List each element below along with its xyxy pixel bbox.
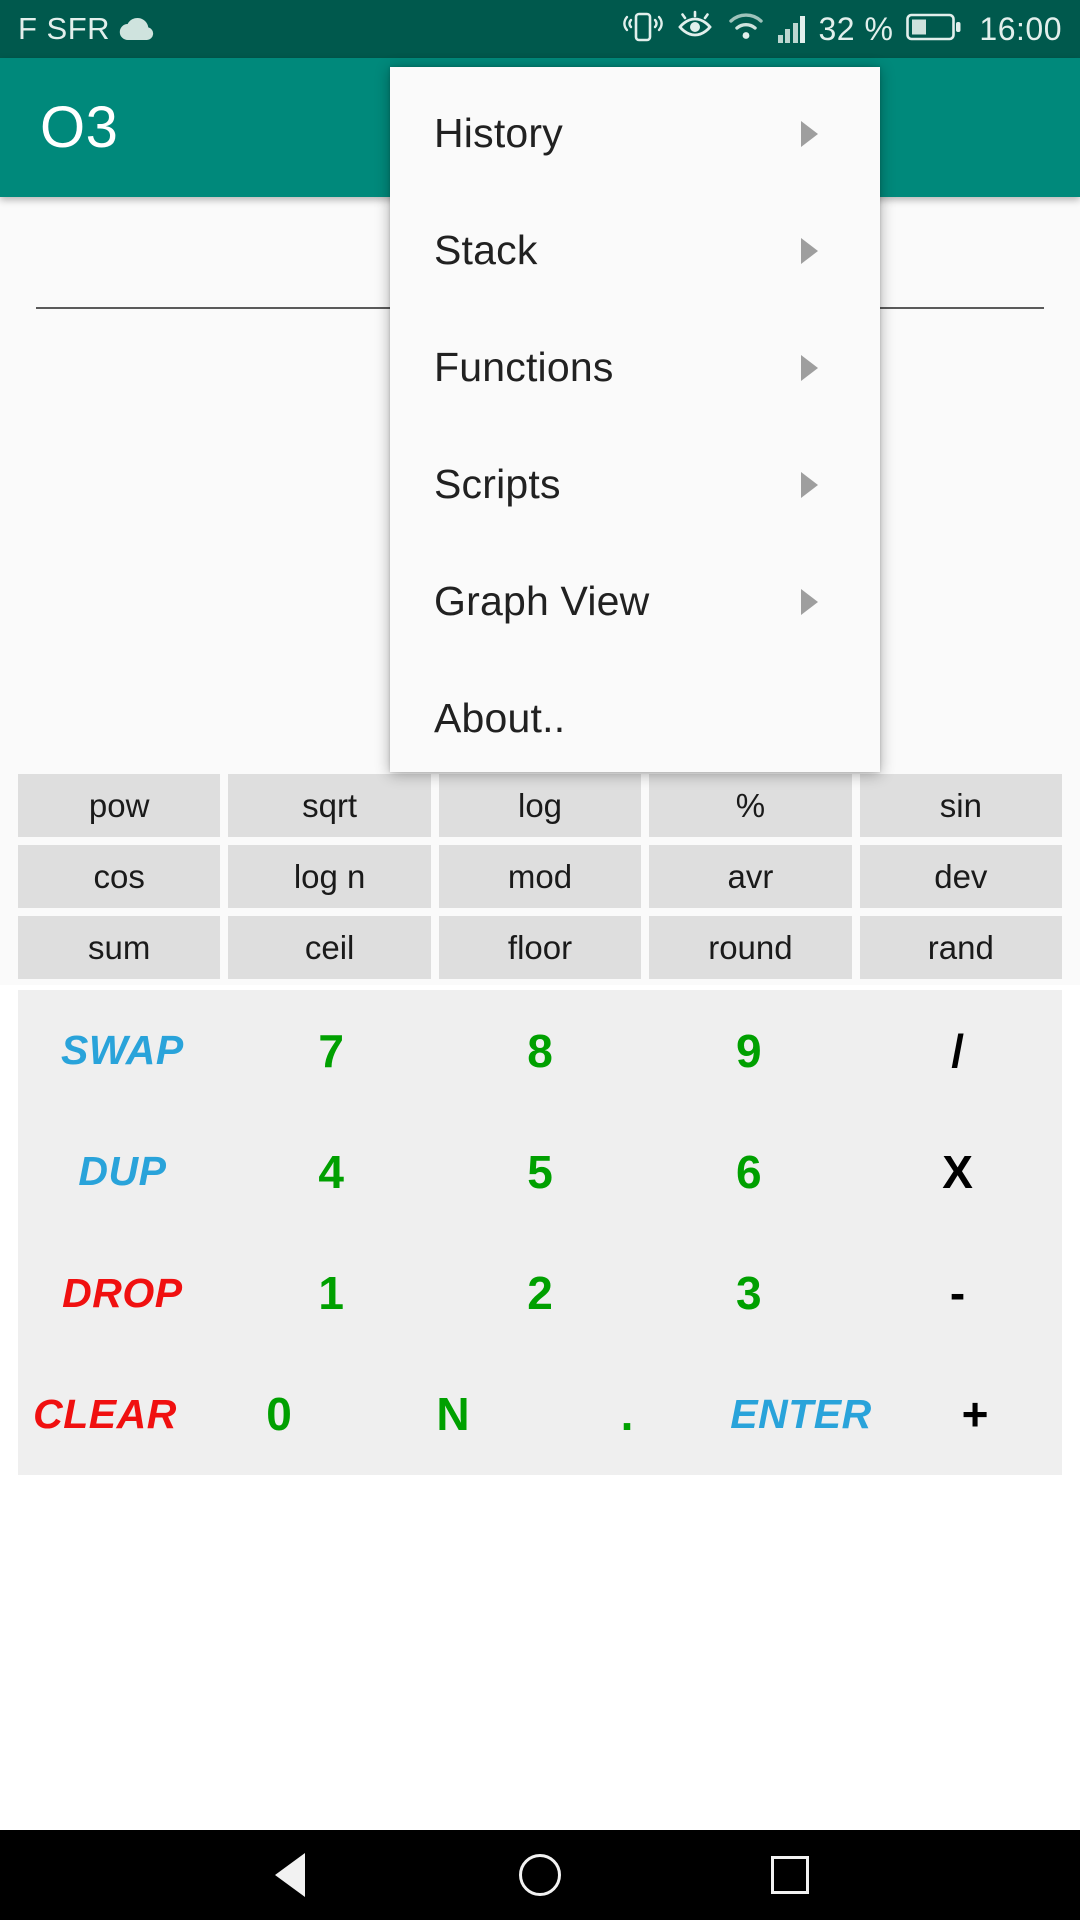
back-triangle-icon (275, 1853, 305, 1897)
wifi-icon (727, 12, 765, 47)
keypad-key-minus[interactable]: - (853, 1233, 1062, 1354)
function-key-floor[interactable]: floor (438, 916, 642, 979)
nav-home-button[interactable] (505, 1840, 575, 1910)
menu-item-label: Functions (434, 344, 614, 390)
home-circle-icon (519, 1854, 561, 1896)
menu-item-scripts[interactable]: Scripts (390, 426, 880, 543)
function-key-round[interactable]: round (649, 916, 852, 979)
function-key-row: sum ceil floor round rand (18, 916, 1063, 979)
nav-back-button[interactable] (255, 1840, 325, 1910)
keypad-key-5[interactable]: 5 (436, 1111, 645, 1232)
keypad-key-1[interactable]: 1 (227, 1233, 436, 1354)
chevron-right-icon (801, 588, 818, 615)
signal-bars-icon (777, 15, 806, 43)
function-key-row: cos log n mod avr dev (18, 845, 1063, 908)
status-bar-left: F SFR (18, 11, 155, 47)
keypad-key-4[interactable]: 4 (227, 1111, 436, 1232)
eye-care-icon (676, 10, 714, 49)
menu-item-label: History (434, 110, 563, 156)
keypad-key-plus[interactable]: + (888, 1354, 1062, 1475)
status-bar: F SFR 32 % 16:00 (0, 0, 1080, 58)
chevron-right-icon (801, 237, 818, 264)
menu-item-stack[interactable]: Stack (390, 192, 880, 309)
menu-item-functions[interactable]: Functions (390, 309, 880, 426)
keypad-key-drop[interactable]: DROP (18, 1233, 227, 1354)
keypad-key-3[interactable]: 3 (644, 1233, 853, 1354)
menu-item-label: Graph View (434, 578, 650, 624)
menu-item-graph-view[interactable]: Graph View (390, 543, 880, 660)
chevron-right-icon (801, 471, 818, 498)
keypad-key-0[interactable]: 0 (192, 1354, 366, 1475)
carrier-label: F SFR (18, 11, 111, 46)
chevron-right-icon (801, 354, 818, 381)
page-title: O3 (40, 95, 119, 160)
keypad-key-divide[interactable]: / (853, 990, 1062, 1111)
function-key-cos[interactable]: cos (18, 845, 221, 908)
function-key-sqrt[interactable]: sqrt (228, 774, 431, 837)
menu-item-label: Scripts (434, 461, 561, 507)
keypad-key-9[interactable]: 9 (644, 990, 853, 1111)
numeric-keypad: SWAP 7 8 9 / DUP 4 5 6 X DROP 1 2 3 - CL… (18, 990, 1062, 1475)
overflow-menu[interactable]: History Stack Functions Scripts Graph Vi… (390, 67, 880, 772)
vibrate-icon (623, 10, 663, 49)
menu-item-about[interactable]: About.. (390, 660, 880, 777)
keypad-key-negate[interactable]: N (366, 1354, 540, 1475)
function-key-pow[interactable]: pow (18, 774, 221, 837)
keypad-row: DUP 4 5 6 X (18, 1111, 1062, 1232)
keypad-key-2[interactable]: 2 (436, 1233, 645, 1354)
function-key-mod[interactable]: mod (438, 845, 642, 908)
chevron-right-icon (801, 120, 818, 147)
keypad-key-clear[interactable]: CLEAR (18, 1354, 192, 1475)
android-navigation-bar (0, 1830, 1080, 1920)
keypad-key-dup[interactable]: DUP (18, 1111, 227, 1232)
keypad-key-enter[interactable]: ENTER (714, 1354, 888, 1475)
clock-label: 16:00 (979, 10, 1062, 47)
battery-percent-label: 32 % (818, 10, 894, 47)
keypad-key-swap[interactable]: SWAP (18, 990, 227, 1111)
nav-recents-button[interactable] (755, 1840, 825, 1910)
keypad-key-8[interactable]: 8 (436, 990, 645, 1111)
keypad-row: SWAP 7 8 9 / (18, 990, 1062, 1111)
function-key-sin[interactable]: sin (859, 774, 1063, 837)
keypad-key-6[interactable]: 6 (644, 1111, 853, 1232)
function-key-ceil[interactable]: ceil (228, 916, 431, 979)
function-key-row: pow sqrt log % sin (18, 774, 1063, 837)
function-key-sum[interactable]: sum (18, 916, 221, 979)
keypad-key-7[interactable]: 7 (227, 990, 436, 1111)
recents-square-icon (771, 1856, 809, 1894)
cloud-icon (119, 16, 155, 42)
status-bar-right: 32 % 16:00 (623, 10, 1062, 49)
menu-item-history[interactable]: History (390, 75, 880, 192)
function-key-logn[interactable]: log n (228, 845, 431, 908)
function-key-avr[interactable]: avr (649, 845, 852, 908)
function-key-percent[interactable]: % (649, 774, 852, 837)
function-key-dev[interactable]: dev (859, 845, 1063, 908)
menu-item-label: About.. (434, 695, 566, 741)
battery-icon (906, 12, 962, 47)
menu-item-label: Stack (434, 227, 538, 273)
keypad-row: DROP 1 2 3 - (18, 1233, 1062, 1354)
function-key-pad: pow sqrt log % sin cos log n mod avr dev… (0, 770, 1080, 985)
keypad-key-decimal[interactable]: . (540, 1354, 714, 1475)
function-key-rand[interactable]: rand (859, 916, 1063, 979)
function-key-log[interactable]: log (438, 774, 642, 837)
keypad-key-multiply[interactable]: X (853, 1111, 1062, 1232)
keypad-row: CLEAR 0 N . ENTER + (18, 1354, 1062, 1475)
